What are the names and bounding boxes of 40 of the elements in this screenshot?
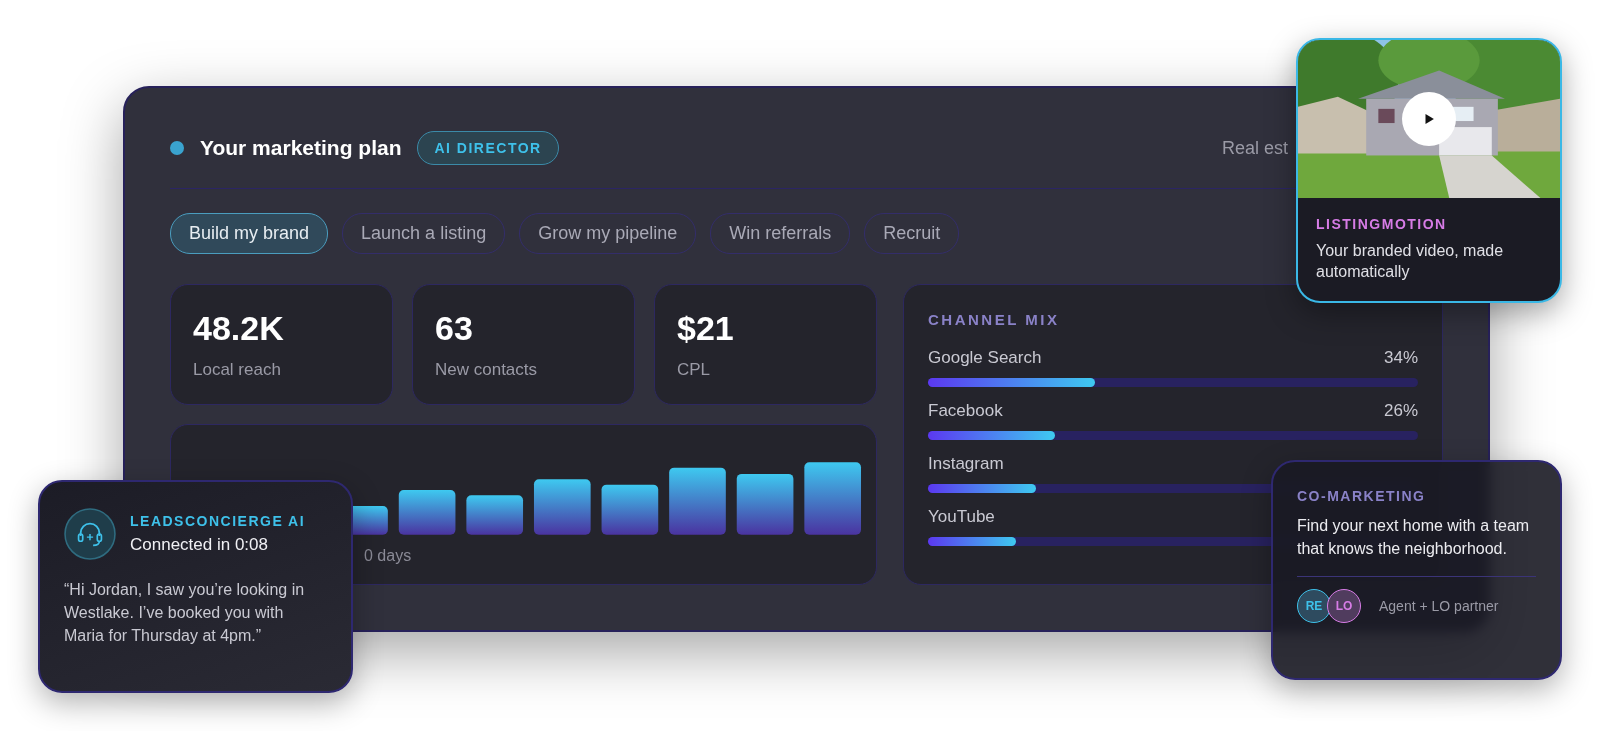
stat-value: $21 (677, 309, 735, 348)
panel-subtitle: Real est (1221, 137, 1288, 159)
headset-icon (64, 508, 116, 560)
channel-name: Instagram (928, 454, 1004, 474)
channel-name: Google Search (928, 348, 1042, 368)
goal-tab[interactable]: Recruit (864, 213, 960, 254)
initials-avatar: RE (1297, 589, 1331, 623)
connection-status: Connected in 0:08 (130, 535, 268, 555)
product-title: LISTINGMOTION (1316, 216, 1448, 232)
panel-title: Your marketing plan (200, 136, 402, 160)
chart-bar (669, 467, 726, 535)
goal-tab[interactable]: Win referrals (710, 213, 851, 254)
goal-tab[interactable]: Launch a listing (342, 213, 506, 254)
channel-mix-title: CHANNEL MIX (928, 311, 1061, 328)
stat-label: New contacts (435, 360, 539, 380)
co-marketing-text: Find your next home with a team that knows the neighborhood. (1297, 516, 1531, 559)
chart-bar (601, 484, 659, 535)
channel-name: YouTube (928, 507, 995, 527)
stat-label: CPL (677, 360, 712, 380)
chart-bar (466, 495, 524, 535)
concierge-message: “Hi Jordan, I saw you’re looking in Westlake. I’ve booked you with Maria for Thursday at 4pm.” (64, 580, 306, 646)
stat-value: 63 (435, 309, 474, 348)
stat-label: Local reach (193, 360, 282, 380)
concierge-title: LEADSCONCIERGE AI (130, 513, 306, 529)
ai-director-badge: AI DIRECTOR (417, 131, 559, 165)
chart-bar (533, 479, 591, 535)
initials-avatar: LO (1327, 589, 1361, 623)
chart-bar (736, 473, 794, 535)
goal-tab[interactable]: Build my brand (170, 213, 329, 254)
channel-name: Facebook (928, 401, 1003, 421)
chart-bar (398, 490, 456, 535)
channel-share: 26% (1383, 401, 1418, 421)
partner-caption: Agent + LO partner (1379, 598, 1499, 614)
status-dot (170, 141, 184, 155)
goal-tab[interactable]: Grow my pipeline (519, 213, 697, 254)
co-marketing-title: CO-MARKETING (1297, 488, 1427, 504)
chart-caption: 0 days (364, 547, 412, 565)
product-description: Your branded video, made automatically (1316, 241, 1505, 282)
channel-share: 34% (1383, 348, 1418, 368)
stat-value: 48.2K (193, 309, 285, 348)
